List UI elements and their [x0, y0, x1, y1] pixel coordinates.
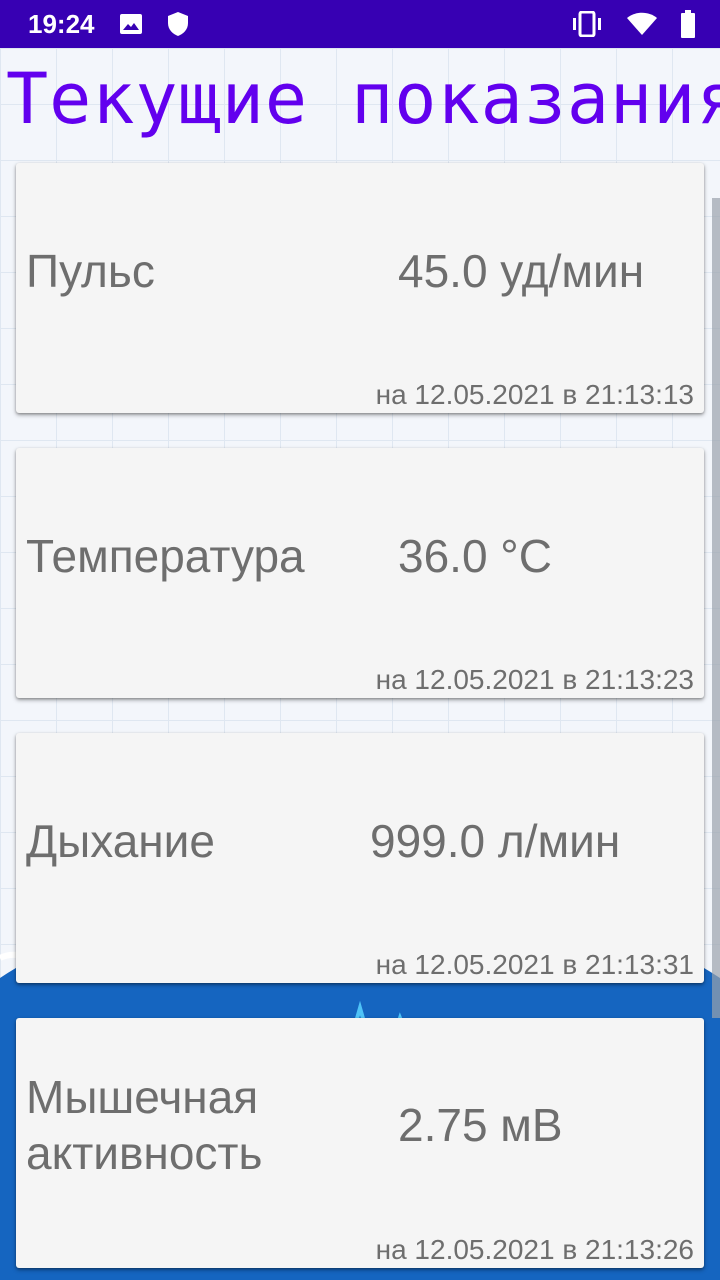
wifi-icon — [626, 12, 658, 36]
reading-card-temperature[interactable]: Температура 36.0 °C на 12.05.2021 в 21:1… — [16, 448, 704, 698]
reading-card-breathing[interactable]: Дыхание 999.0 л/мин на 12.05.2021 в 21:1… — [16, 733, 704, 983]
reading-card-pulse[interactable]: Пульс 45.0 уд/мин на 12.05.2021 в 21:13:… — [16, 163, 704, 413]
status-time: 19:24 — [28, 8, 95, 39]
reading-label-line2: активность — [26, 1127, 263, 1179]
reading-card-muscle-activity[interactable]: Мышечная активность 2.75 мВ на 12.05.202… — [16, 1018, 704, 1268]
reading-label: Температура — [26, 530, 305, 582]
image-icon — [119, 12, 143, 36]
reading-timestamp: на 12.05.2021 в 21:13:31 — [375, 949, 694, 980]
reading-value: 36.0 °C — [398, 530, 552, 582]
reading-label: Мышечная активность — [26, 1069, 262, 1181]
shield-icon — [167, 11, 189, 37]
reading-value: 999.0 л/мин — [370, 815, 621, 867]
vibrate-icon — [570, 11, 604, 37]
reading-label: Дыхание — [26, 815, 215, 867]
reading-timestamp: на 12.05.2021 в 21:13:13 — [375, 379, 694, 410]
scrollbar[interactable] — [712, 198, 720, 1018]
reading-timestamp: на 12.05.2021 в 21:13:26 — [375, 1234, 694, 1265]
page-title: Текущие показания — [6, 58, 720, 140]
reading-value: 45.0 уд/мин — [398, 245, 645, 297]
screen: 19:24 Текущие показания Пульс 45.0 уд/ми… — [0, 0, 720, 1280]
reading-label-line1: Мышечная — [26, 1071, 259, 1123]
reading-value: 2.75 мВ — [398, 1099, 563, 1151]
status-bar: 19:24 — [0, 0, 720, 48]
reading-label: Пульс — [26, 245, 155, 297]
reading-timestamp: на 12.05.2021 в 21:13:23 — [375, 664, 694, 695]
battery-icon — [680, 10, 696, 38]
